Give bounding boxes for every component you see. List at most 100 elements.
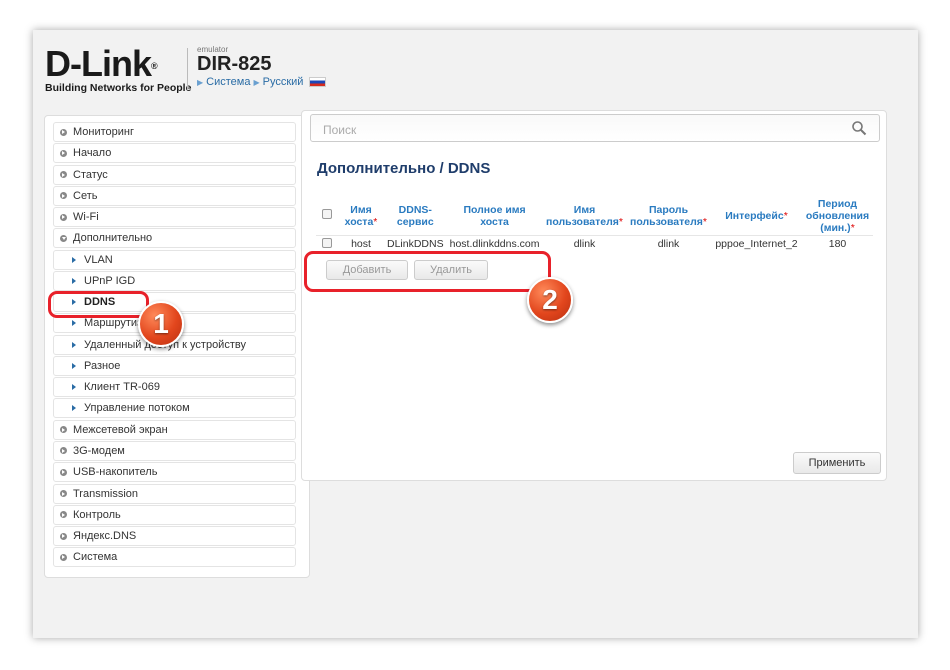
sidebar-item-label: Система: [73, 551, 118, 564]
table-cell: pppoe_Internet_2: [710, 234, 803, 253]
search-placeholder: Поиск: [323, 123, 357, 137]
column-header-text: пользователя: [545, 215, 619, 228]
sidebar-item-label: Яндекс.DNS: [73, 530, 137, 543]
model-name: DIR-825: [197, 53, 272, 75]
required-mark: *: [702, 215, 708, 228]
circle-chevron-right-icon: [60, 128, 67, 136]
sidebar-item-17[interactable]: Transmission: [53, 483, 296, 504]
circle-chevron-right-icon: [60, 447, 67, 455]
column-header: Имя хоста*: [338, 197, 384, 235]
table-cell: dlink: [626, 234, 711, 253]
sidebar-item-3[interactable]: Сеть: [53, 185, 296, 206]
sidebar-item-6[interactable]: VLAN: [53, 249, 296, 270]
column-header: Полное имя хоста: [447, 197, 543, 235]
circle-chevron-right-icon: [60, 149, 67, 157]
sidebar-item-19[interactable]: Яндекс.DNS: [53, 526, 296, 547]
arrow-right-icon: ▶: [197, 77, 204, 87]
sidebar-item-label: Transmission: [73, 487, 138, 500]
circle-chevron-right-icon: [60, 468, 67, 476]
sidebar-item-16[interactable]: USB-накопитель: [53, 462, 296, 483]
chevron-right-icon: [72, 362, 76, 369]
sidebar-item-label: Межсетевой экран: [73, 423, 168, 436]
row-checkbox[interactable]: [322, 237, 332, 248]
column-header-text: DDNS-: [398, 203, 432, 216]
column-header: Период обновления (мин.)*: [803, 197, 873, 235]
select-all-checkbox[interactable]: [322, 209, 332, 220]
ddns-table: Имя хоста* DDNS-сервис Полное имя хоста Имя по…: [316, 197, 873, 253]
column-header: Имя пользователя*: [543, 197, 627, 235]
chevron-right-icon: [72, 341, 76, 348]
sidebar-item-18[interactable]: Контроль: [53, 504, 296, 525]
column-header-text: Период: [817, 197, 858, 210]
required-mark: *: [373, 215, 378, 228]
sidebar-item-5[interactable]: Дополнительно: [53, 228, 296, 249]
sidebar-item-label: UPnP IGD: [84, 274, 136, 287]
sidebar-item-12[interactable]: Клиент TR-069: [53, 377, 296, 398]
apply-button[interactable]: Применить: [793, 452, 881, 474]
sidebar-item-11[interactable]: Разное: [53, 355, 296, 376]
circle-chevron-right-icon: [60, 171, 67, 179]
table-header-row: Имя хоста* DDNS-сервис Полное имя хоста Имя по…: [316, 197, 873, 235]
sidebar-item-label: Сеть: [73, 189, 98, 202]
search-input[interactable]: Поиск: [310, 114, 880, 142]
circle-chevron-right-icon: [60, 532, 67, 540]
circle-chevron-right-icon: [60, 213, 67, 221]
sidebar-item-label: USB-накопитель: [73, 466, 158, 479]
column-header-text: Имя: [573, 203, 596, 216]
sidebar-item-1[interactable]: Начало: [53, 143, 296, 164]
column-header-text: Интерфейс: [725, 209, 784, 222]
chevron-right-icon: [72, 256, 76, 263]
table-cell: dlink: [542, 234, 627, 253]
sidebar-item-2[interactable]: Статус: [53, 164, 296, 185]
sidebar-item-label: Wi-Fi: [73, 211, 99, 224]
sidebar-item-0[interactable]: Мониторинг: [53, 122, 296, 142]
chevron-right-icon: [72, 384, 76, 391]
column-header-text: Имя: [350, 203, 372, 216]
search-icon[interactable]: [851, 120, 867, 136]
table-cell: 180: [802, 234, 873, 253]
sidebar-item-15[interactable]: 3G-модем: [53, 440, 296, 461]
model-info: emulator DIR-825 ▶ Система ▶ Русский: [197, 45, 327, 88]
dlink-logo: D-Link® Building Networks for People: [45, 43, 192, 95]
russia-flag-icon[interactable]: [309, 77, 327, 87]
sidebar-item-label: Управление потоком: [84, 402, 190, 415]
circle-chevron-right-icon: [60, 553, 67, 561]
sidebar-item-7[interactable]: UPnP IGD: [53, 270, 296, 291]
sidebar-item-20[interactable]: Система: [53, 547, 296, 568]
buttons-highlight-frame: [304, 251, 551, 292]
language-link[interactable]: Русский: [263, 76, 304, 88]
logo-tagline: Building Networks for People: [45, 82, 192, 94]
circle-chevron-right-icon: [60, 511, 67, 519]
chevron-right-icon: [72, 405, 76, 412]
page-title: Дополнительно / DDNS: [317, 160, 491, 177]
step-2-badge: 2: [527, 277, 573, 323]
sidebar-item-14[interactable]: Межсетевой экран: [53, 419, 296, 440]
arrow-right-icon: ▶: [253, 77, 260, 87]
main-panel: Поиск Дополнительно / DDNS Имя хоста* DDNS…: [301, 110, 887, 481]
column-header-text: пользователя: [629, 215, 703, 228]
sidebar-menu: Мониторинг Начало Статус Сеть Wi-Fi Дополните…: [44, 115, 310, 578]
column-header: DDNS-сервис: [384, 197, 447, 235]
sidebar-item-label: VLAN: [84, 253, 113, 266]
sidebar-item-label: Мониторинг: [73, 126, 135, 138]
column-header-text: обновления: [805, 209, 870, 222]
column-header-text: (мин.): [820, 221, 851, 234]
sidebar-item-13[interactable]: Управление потоком: [53, 398, 296, 419]
header-links: ▶ Система ▶ Русский: [197, 76, 327, 88]
ddns-highlight-frame: [48, 291, 149, 318]
required-mark: *: [618, 215, 624, 228]
column-header-text: сервис: [396, 215, 434, 228]
sidebar-item-label: Разное: [84, 359, 121, 372]
logo-registered-mark: ®: [151, 61, 158, 71]
sidebar-item-label: Статус: [73, 168, 108, 181]
circle-chevron-down-icon: [60, 234, 67, 242]
circle-chevron-right-icon: [60, 490, 67, 498]
sidebar-item-label: Начало: [73, 147, 112, 160]
column-header-text: хоста: [344, 215, 374, 228]
column-header-text: Полное имя: [463, 203, 526, 216]
column-header-text: Пароль: [648, 203, 689, 216]
system-link[interactable]: Система: [206, 76, 250, 88]
sidebar-item-label: Клиент TR-069: [84, 381, 160, 394]
logo-text: D-Link: [45, 43, 152, 84]
sidebar-item-4[interactable]: Wi-Fi: [53, 207, 296, 228]
